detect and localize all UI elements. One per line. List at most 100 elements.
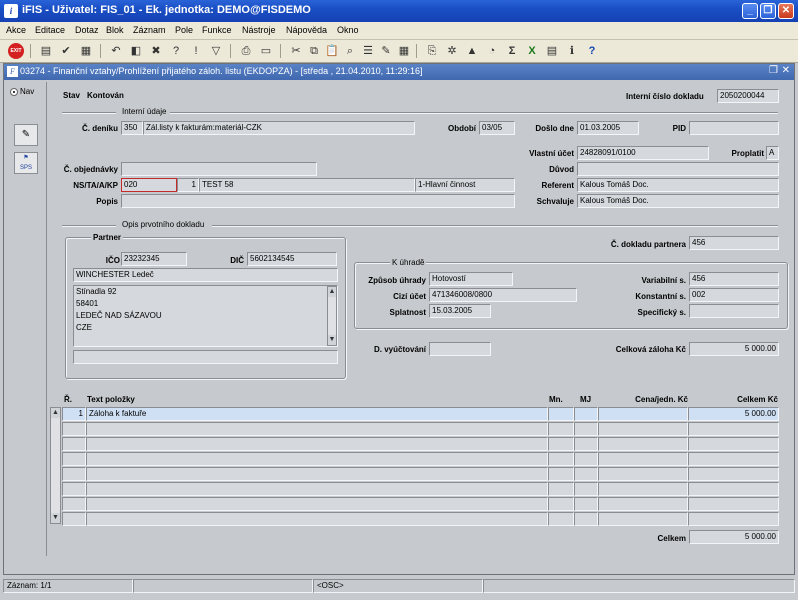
document-icon[interactable]: ▤	[544, 43, 560, 59]
menu-napoveda[interactable]: Nápověda	[286, 25, 327, 35]
dic-field[interactable]: 5602134545	[247, 252, 337, 266]
cell-radek[interactable]	[62, 512, 86, 526]
celkova-zaloha-field[interactable]: 5 000.00	[689, 342, 779, 356]
tool-icon[interactable]: ✎	[14, 124, 38, 146]
cell-cena[interactable]	[598, 467, 688, 481]
maximize-button[interactable]: ❐	[760, 3, 776, 19]
delete-record-icon[interactable]: ▦	[78, 43, 94, 59]
ns-field[interactable]: 020	[121, 178, 177, 192]
partner-extra-field[interactable]	[73, 350, 338, 364]
a-field[interactable]: TEST 58	[199, 178, 415, 192]
table-row[interactable]	[62, 512, 779, 526]
cell-radek[interactable]	[62, 467, 86, 481]
cell-radek[interactable]	[62, 497, 86, 511]
doslo-dne-field[interactable]: 01.03.2005	[577, 121, 639, 135]
cell-mj[interactable]	[574, 467, 598, 481]
sps-button[interactable]: ⚑ SPS	[14, 152, 38, 174]
cell-text[interactable]	[86, 482, 548, 496]
execute-query-icon[interactable]: !	[188, 43, 204, 59]
cell-mj[interactable]	[574, 512, 598, 526]
table-row[interactable]	[62, 482, 779, 496]
c-objednavky-field[interactable]	[121, 162, 317, 176]
cell-mj[interactable]	[574, 452, 598, 466]
menu-zaznam[interactable]: Záznam	[133, 25, 166, 35]
d-vyuctovani-field[interactable]	[429, 342, 491, 356]
cell-text[interactable]	[86, 467, 548, 481]
table-row[interactable]	[62, 422, 779, 436]
warning-icon[interactable]: ▲	[464, 43, 480, 59]
schvaluje-field[interactable]: Kalous Tomáš Doc.	[577, 194, 779, 208]
query-icon[interactable]: ?	[168, 43, 184, 59]
nav-radio[interactable]	[10, 88, 18, 96]
bug-icon[interactable]: ✲	[444, 43, 460, 59]
proplatit-field[interactable]: A	[766, 146, 779, 160]
ta-field[interactable]: 1	[177, 178, 199, 192]
cell-mn[interactable]	[548, 512, 574, 526]
splatnost-field[interactable]: 15.03.2005	[429, 304, 491, 318]
cell-mn[interactable]	[548, 422, 574, 436]
ico-field[interactable]: 23232345	[121, 252, 187, 266]
cell-celkem[interactable]	[688, 482, 779, 496]
calendar-icon[interactable]: ▦	[396, 43, 412, 59]
menu-editace[interactable]: Editace	[35, 25, 65, 35]
cell-cena[interactable]	[598, 512, 688, 526]
menu-funkce[interactable]: Funkce	[202, 25, 232, 35]
cell-cena[interactable]	[598, 452, 688, 466]
filter-icon[interactable]: ▽	[208, 43, 224, 59]
menu-dotaz[interactable]: Dotaz	[75, 25, 99, 35]
copy-icon[interactable]: ⧉	[306, 43, 322, 59]
cell-mj[interactable]	[574, 497, 598, 511]
cell-text[interactable]	[86, 437, 548, 451]
cell-text[interactable]	[86, 497, 548, 511]
undo-icon[interactable]: ↶	[108, 43, 124, 59]
table-row[interactable]	[62, 452, 779, 466]
scroll-up-icon[interactable]: ▲	[328, 287, 336, 297]
info-icon[interactable]: ℹ	[564, 43, 580, 59]
cell-celkem[interactable]: 5 000.00	[688, 407, 779, 421]
popis-field[interactable]	[121, 194, 515, 208]
cizi-ucet-field[interactable]: 471346008/0800	[429, 288, 577, 302]
cell-text[interactable]	[86, 422, 548, 436]
menu-pole[interactable]: Pole	[175, 25, 193, 35]
cell-celkem[interactable]	[688, 422, 779, 436]
paste-icon[interactable]: 📋	[324, 43, 340, 59]
close-button[interactable]: ✕	[778, 3, 794, 19]
cell-mn[interactable]	[548, 467, 574, 481]
cell-mn[interactable]	[548, 452, 574, 466]
cell-text[interactable]: Záloha k faktuře	[86, 407, 548, 421]
cell-radek[interactable]: 1	[62, 407, 86, 421]
scroll-down-icon[interactable]: ▼	[328, 335, 336, 345]
items-scrollbar[interactable]: ▲ ▼	[50, 407, 61, 524]
celkem-field[interactable]: 5 000.00	[689, 530, 779, 544]
partner-name-field[interactable]: WINCHESTER Ledeč	[73, 268, 338, 282]
variabilni-field[interactable]: 456	[689, 272, 779, 286]
excel-icon[interactable]: X	[524, 43, 540, 59]
menu-nastroje[interactable]: Nástroje	[242, 25, 276, 35]
cell-mj[interactable]	[574, 482, 598, 496]
save-icon[interactable]: ✔	[58, 43, 74, 59]
menu-akce[interactable]: Akce	[6, 25, 26, 35]
cell-radek[interactable]	[62, 482, 86, 496]
konstantni-field[interactable]: 002	[689, 288, 779, 302]
cell-mn[interactable]	[548, 407, 574, 421]
delete-icon[interactable]: ✖	[148, 43, 164, 59]
cell-text[interactable]	[86, 512, 548, 526]
cell-cena[interactable]	[598, 437, 688, 451]
cell-text[interactable]	[86, 452, 548, 466]
restore-doc-icon[interactable]: ❐	[769, 65, 778, 76]
specificky-field[interactable]	[689, 304, 779, 318]
clock-icon[interactable]: ◔	[484, 43, 500, 59]
cell-radek[interactable]	[62, 437, 86, 451]
close-doc-icon[interactable]: ✕	[782, 65, 790, 76]
c-dokladu-partnera-field[interactable]: 456	[689, 236, 779, 250]
interni-cislo-field[interactable]: 2050200044	[717, 89, 779, 103]
table-row[interactable]	[62, 467, 779, 481]
exit-button[interactable]: EXIT	[8, 43, 24, 59]
cell-cena[interactable]	[598, 482, 688, 496]
items-scroll-up-icon[interactable]: ▲	[51, 408, 60, 418]
table-row[interactable]	[62, 437, 779, 451]
cell-mn[interactable]	[548, 497, 574, 511]
list-icon[interactable]: ☰	[360, 43, 376, 59]
cell-cena[interactable]	[598, 407, 688, 421]
cell-mj[interactable]	[574, 422, 598, 436]
